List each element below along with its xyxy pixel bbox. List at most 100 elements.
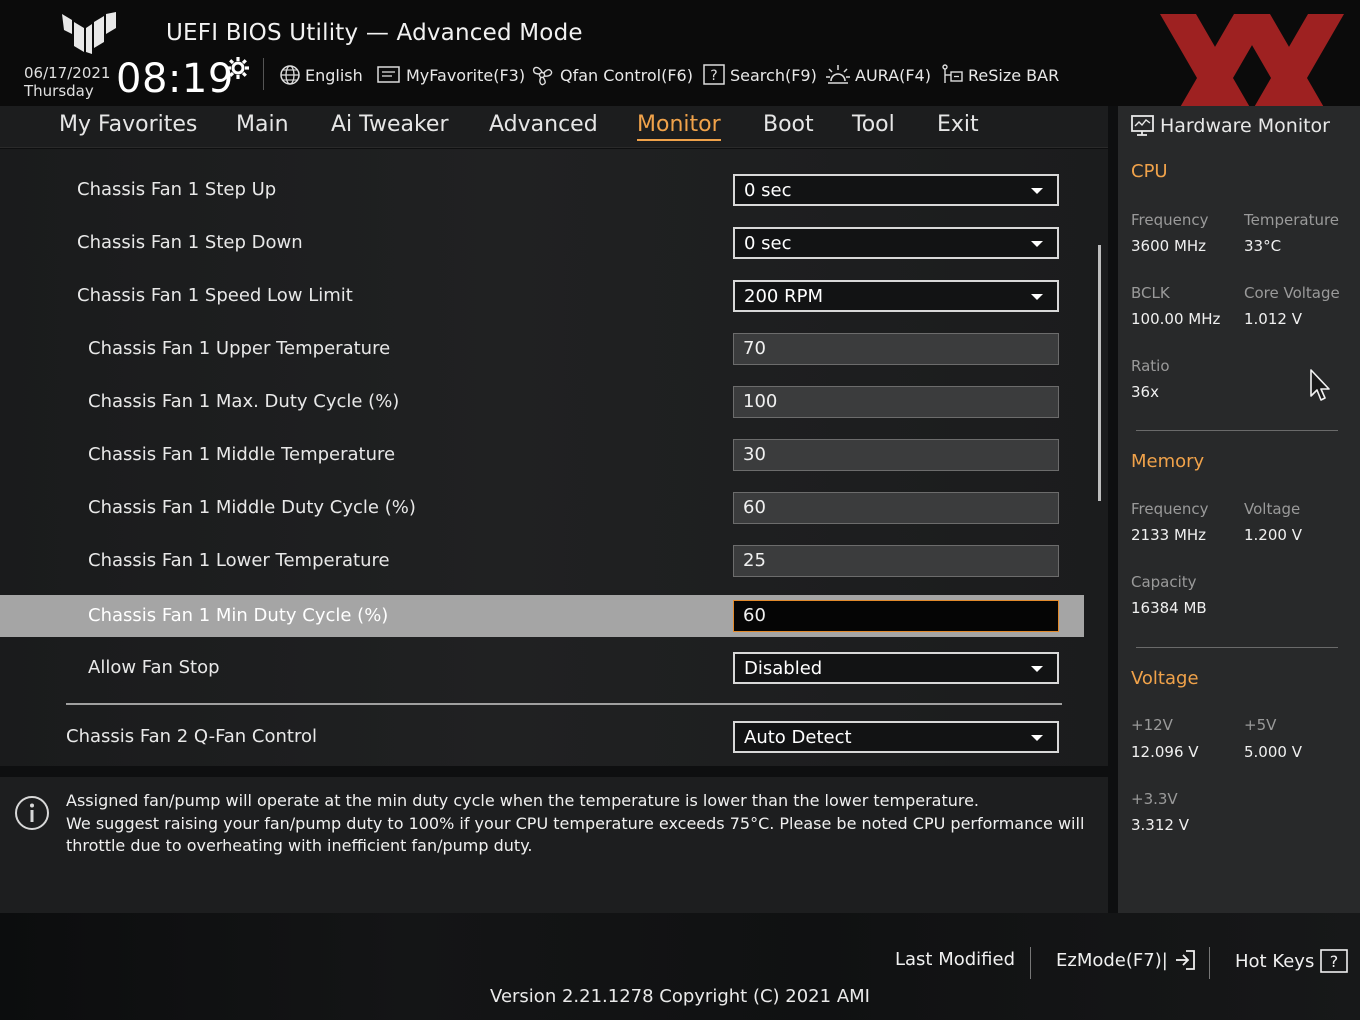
last-modified-button[interactable]: Last Modified (895, 949, 1015, 970)
cpu-frequency-label: Frequency (1131, 211, 1209, 229)
tab-boot[interactable]: Boot (763, 112, 814, 139)
setting-row[interactable]: Chassis Fan 1 Middle Temperature 30 (0, 434, 1084, 476)
setting-row[interactable]: Chassis Fan 1 Speed Low Limit 200 RPM (0, 275, 1084, 317)
globe-icon (280, 65, 300, 85)
setting-value-field-active[interactable]: 60 (733, 600, 1059, 632)
ezmode-label: EzMode(F7)| (1056, 949, 1168, 971)
v5-value: 5.000 V (1244, 743, 1302, 761)
info-icon (15, 796, 49, 830)
favorite-icon (377, 66, 400, 83)
hot-keys-button[interactable]: Hot Keys ? (1235, 949, 1349, 973)
aura-label: AURA(F4) (855, 65, 931, 85)
hardware-monitor-panel: Hardware Monitor CPU Frequency Temperatu… (1118, 106, 1360, 913)
tab-main[interactable]: Main (236, 112, 289, 139)
footer-bar: Last Modified EzMode(F7)| Hot Keys ? Ver… (0, 913, 1360, 1020)
clock-settings-gear-icon[interactable] (226, 56, 250, 80)
date-display: 06/17/2021 Thursday (24, 64, 110, 100)
setting-row[interactable]: Chassis Fan 1 Step Up 0 sec (0, 169, 1084, 211)
ezmode-button[interactable]: EzMode(F7)| (1056, 949, 1196, 971)
qfan-control-button[interactable]: Qfan Control(F6) (530, 62, 693, 88)
aura-button[interactable]: AURA(F4) (825, 62, 931, 88)
cpu-frequency-value: 3600 MHz (1131, 237, 1207, 255)
app-title: UEFI BIOS Utility — Advanced Mode (166, 20, 583, 46)
v5-label: +5V (1244, 716, 1277, 734)
setting-label: Chassis Fan 1 Min Duty Cycle (%) (88, 605, 389, 626)
setting-row[interactable]: Chassis Fan 2 Q-Fan Control Auto Detect (0, 716, 1084, 758)
chevron-down-icon (1031, 188, 1043, 194)
svg-text:?: ? (710, 68, 717, 84)
ratio-value: 36x (1131, 383, 1159, 401)
chevron-down-icon (1031, 294, 1043, 300)
setting-row[interactable]: Chassis Fan 1 Step Down 0 sec (0, 222, 1084, 264)
mouse-pointer-icon (1310, 369, 1330, 401)
setting-value-field[interactable]: 100 (733, 386, 1059, 418)
setting-value-field[interactable]: 70 (733, 333, 1059, 365)
memory-section-heading: Memory (1131, 451, 1205, 472)
dropdown-value: Auto Detect (744, 727, 852, 748)
setting-label: Chassis Fan 2 Q-Fan Control (66, 726, 317, 747)
help-description-box: Assigned fan/pump will operate at the mi… (0, 777, 1108, 913)
help-text-line: Assigned fan/pump will operate at the mi… (66, 791, 980, 810)
setting-row[interactable]: Allow Fan Stop Disabled (0, 647, 1084, 689)
language-button[interactable]: English (279, 62, 363, 88)
dropdown-value: 0 sec (744, 180, 792, 201)
resize-bar-label: ReSize BAR (968, 65, 1060, 85)
search-button[interactable]: ? Search(F9) (702, 62, 817, 88)
search-label: Search(F9) (730, 65, 817, 85)
setting-row-selected[interactable]: Chassis Fan 1 Min Duty Cycle (%) 60 (0, 595, 1084, 637)
tab-exit[interactable]: Exit (937, 112, 979, 139)
resize-bar-button[interactable]: ReSize BAR (940, 62, 1059, 88)
tab-advanced[interactable]: Advanced (489, 112, 598, 139)
setting-label: Chassis Fan 1 Step Down (77, 232, 303, 253)
help-text-line: We suggest raising your fan/pump duty to… (66, 814, 1085, 833)
setting-label: Chassis Fan 1 Middle Temperature (88, 444, 396, 465)
tab-my-favorites[interactable]: My Favorites (59, 112, 197, 139)
section-divider (1136, 647, 1338, 648)
cpu-temperature-label: Temperature (1244, 211, 1340, 229)
chevron-down-icon (1031, 241, 1043, 247)
scrollbar[interactable] (1098, 245, 1101, 501)
footer-divider (1209, 947, 1210, 979)
hardware-monitor-header: Hardware Monitor (1130, 114, 1330, 138)
v12-value: 12.096 V (1131, 743, 1199, 761)
weekday-text: Thursday (24, 82, 94, 100)
setting-dropdown[interactable]: 0 sec (733, 174, 1059, 206)
setting-label: Chassis Fan 1 Middle Duty Cycle (%) (88, 497, 416, 518)
setting-value-field[interactable]: 25 (733, 545, 1059, 577)
ratio-label: Ratio (1131, 357, 1170, 375)
setting-row[interactable]: Chassis Fan 1 Lower Temperature 25 (0, 540, 1084, 582)
setting-row[interactable]: Chassis Fan 1 Middle Duty Cycle (%) 60 (0, 487, 1084, 529)
v12-label: +12V (1131, 716, 1173, 734)
monitor-screen-icon (1131, 115, 1154, 136)
tab-tool[interactable]: Tool (852, 112, 895, 139)
setting-label: Allow Fan Stop (88, 657, 220, 678)
capacity-label: Capacity (1131, 573, 1197, 591)
dropdown-value: Disabled (744, 658, 823, 679)
search-help-icon: ? (703, 64, 725, 85)
setting-value-field[interactable]: 30 (733, 439, 1059, 471)
bclk-value: 100.00 MHz (1131, 310, 1221, 328)
setting-dropdown[interactable]: Auto Detect (733, 721, 1059, 753)
setting-dropdown[interactable]: 0 sec (733, 227, 1059, 259)
setting-label: Chassis Fan 1 Step Up (77, 179, 277, 200)
setting-dropdown[interactable]: Disabled (733, 652, 1059, 684)
settings-panel: Chassis Fan 1 Step Up 0 sec Chassis Fan … (0, 149, 1108, 766)
v33-value: 3.312 V (1131, 816, 1189, 834)
v33-label: +3.3V (1131, 790, 1178, 808)
setting-row[interactable]: Chassis Fan 1 Upper Temperature 70 (0, 328, 1084, 370)
setting-row[interactable]: Chassis Fan 1 Max. Duty Cycle (%) 100 (0, 381, 1084, 423)
setting-label: Chassis Fan 1 Speed Low Limit (77, 285, 353, 306)
setting-value-field[interactable]: 60 (733, 492, 1059, 524)
header-divider (263, 58, 264, 90)
qfan-control-label: Qfan Control(F6) (560, 65, 693, 85)
bclk-label: BCLK (1131, 284, 1170, 302)
setting-dropdown[interactable]: 200 RPM (733, 280, 1059, 312)
tab-monitor[interactable]: Monitor (637, 112, 721, 141)
myfavorite-button[interactable]: MyFavorite(F3) (376, 62, 525, 88)
tab-ai-tweaker[interactable]: Ai Tweaker (331, 112, 449, 139)
dropdown-value: 0 sec (744, 233, 792, 254)
cpu-section-heading: CPU (1131, 161, 1168, 182)
core-voltage-value: 1.012 V (1244, 310, 1302, 328)
fan-icon (532, 66, 553, 86)
setting-label: Chassis Fan 1 Lower Temperature (88, 550, 390, 571)
